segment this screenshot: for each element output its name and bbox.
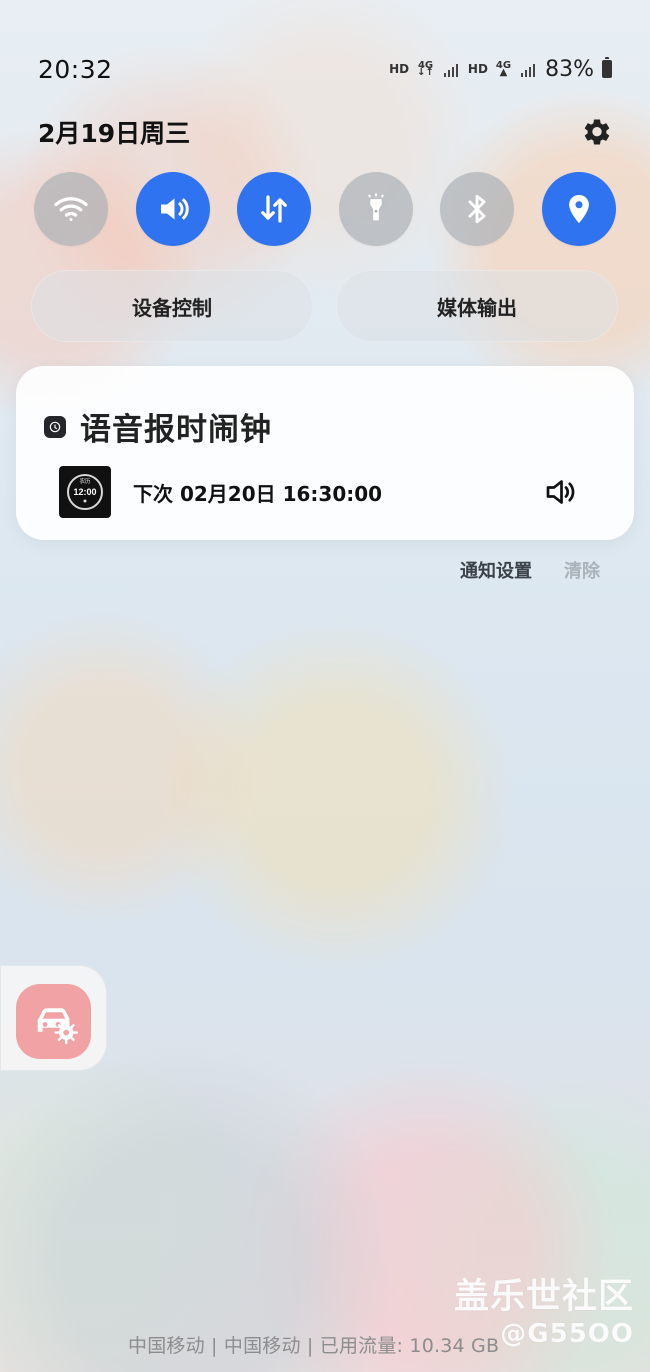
car-gear-icon	[37, 1007, 78, 1044]
location-toggle[interactable]	[541, 172, 616, 246]
panel-shortcuts: 设备控制 媒体输出	[31, 270, 618, 342]
notification-actions: 通知设置 清除	[460, 557, 600, 583]
notification-app-name: 语音报时闹钟	[80, 412, 272, 448]
clock-icon	[49, 421, 61, 432]
speaker-icon	[546, 480, 575, 504]
signal-arrows-icon: ▲	[499, 67, 508, 78]
speaker-icon	[160, 198, 189, 220]
notification-header: 语音报时闹钟	[44, 404, 272, 449]
clear-notifications-button[interactable]: 清除	[564, 557, 600, 583]
next-alarm-text: 下次 02月20日 16:30:00	[133, 481, 383, 506]
floating-side-panel[interactable]	[0, 965, 107, 1071]
flashlight-toggle[interactable]	[338, 172, 413, 246]
status-time: 20:32	[38, 54, 113, 84]
location-pin-icon	[569, 194, 589, 224]
media-output-button[interactable]: 媒体输出	[336, 270, 618, 342]
gear-icon	[584, 119, 610, 145]
sound-toggle[interactable]	[135, 172, 210, 246]
app-icon	[44, 415, 66, 438]
settings-button[interactable]	[580, 115, 614, 149]
signal-strength-icon-2	[519, 61, 537, 77]
notification-speaker-button[interactable]	[542, 474, 578, 510]
hd-label: HD	[389, 62, 410, 76]
watermark-main: 盖乐世社区	[453, 1277, 634, 1317]
device-control-button[interactable]: 设备控制	[31, 270, 313, 342]
battery-icon	[602, 57, 612, 78]
wifi-icon	[54, 197, 88, 221]
battery-percentage: 83%	[545, 56, 594, 82]
network-type-1: 4G ↓↑	[417, 60, 434, 78]
alarm-thumbnail: 农历 12:00	[59, 466, 111, 518]
bluetooth-toggle[interactable]	[440, 172, 515, 246]
transfer-arrows-icon: ↓↑	[417, 67, 434, 78]
wifi-toggle[interactable]	[34, 172, 108, 246]
quick-settings-toggles	[34, 172, 616, 246]
notification-settings-button[interactable]: 通知设置	[460, 557, 532, 583]
network-type-2: 4G ▲	[495, 60, 512, 78]
signal-strength-icon	[442, 61, 460, 77]
notification-body: 农历 12:00 下次 02月20日 16:30:00	[59, 466, 578, 518]
data-transfer-icon	[261, 195, 288, 223]
alarm-thumb-time: 12:00	[73, 487, 96, 497]
car-settings-app-icon[interactable]	[16, 984, 91, 1059]
flashlight-icon	[367, 193, 384, 221]
alarm-notification-card[interactable]: 语音报时闹钟 农历 12:00 下次 02月20日 16:30:00	[16, 366, 634, 540]
alarm-thumb-top-label: 农历	[79, 477, 91, 485]
status-indicators: HD 4G ↓↑ HD 4G ▲ 83%	[389, 57, 612, 82]
status-bar: 20:32 HD 4G ↓↑ HD 4G ▲ 83%	[38, 52, 612, 86]
mobile-data-toggle[interactable]	[237, 172, 312, 246]
carrier-data-usage: 中国移动 | 中国移动 | 已用流量: 10.34 GB	[128, 1335, 500, 1357]
current-date: 2月19日周三	[38, 119, 191, 148]
bluetooth-icon	[468, 194, 486, 224]
date-row: 2月19日周三	[38, 112, 614, 152]
watch-face-icon: 农历 12:00	[67, 474, 103, 510]
watermark-sub: @G55OO	[500, 1319, 634, 1349]
hd-label-2: HD	[467, 62, 488, 76]
